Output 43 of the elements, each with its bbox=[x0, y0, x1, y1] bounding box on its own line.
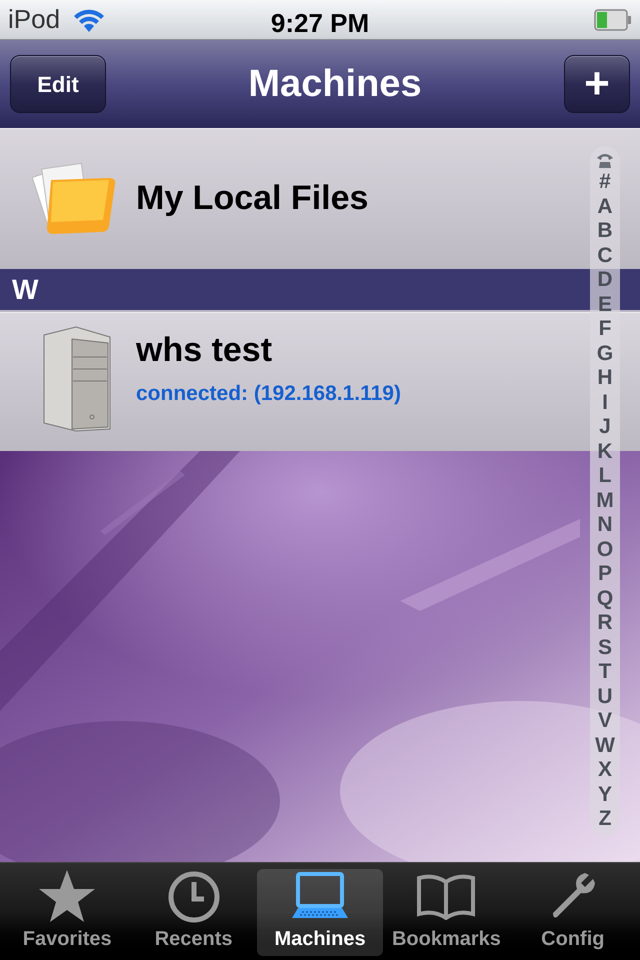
tab[interactable]: Config bbox=[510, 869, 636, 956]
carrier-label: iPod bbox=[8, 3, 60, 36]
index-letter[interactable]: B bbox=[597, 219, 613, 244]
screen-title: Machines bbox=[248, 62, 422, 106]
index-letter[interactable]: N bbox=[597, 513, 613, 538]
tab[interactable]: Recents bbox=[130, 869, 257, 956]
index-letter[interactable]: W bbox=[595, 734, 615, 758]
index-letter[interactable]: # bbox=[599, 170, 611, 194]
edit-button[interactable]: Edit bbox=[10, 55, 106, 113]
row-title: whs test bbox=[136, 330, 274, 371]
index-letter[interactable]: P bbox=[598, 562, 612, 586]
index-letter[interactable]: O bbox=[596, 538, 614, 562]
tab[interactable]: Bookmarks bbox=[383, 869, 510, 956]
index-letter[interactable]: D bbox=[597, 268, 613, 292]
index-letter[interactable]: C bbox=[597, 244, 613, 268]
index-letter[interactable]: L bbox=[598, 464, 612, 488]
tab[interactable]: Machines bbox=[256, 869, 384, 956]
tab[interactable]: Favorites bbox=[4, 869, 130, 956]
battery-icon bbox=[594, 8, 632, 30]
index-letter[interactable]: Z bbox=[598, 807, 612, 832]
index-letter[interactable]: G bbox=[596, 342, 614, 366]
index-letter[interactable]: R bbox=[597, 611, 613, 636]
clock-time: 9:27 PM bbox=[270, 7, 370, 40]
index-letter[interactable]: A bbox=[597, 194, 613, 219]
index-letter[interactable]: Y bbox=[598, 782, 612, 807]
index-letter[interactable]: J bbox=[599, 415, 611, 440]
index-letter[interactable]: U bbox=[597, 684, 613, 709]
row-title: My Local Files bbox=[136, 178, 368, 218]
index-letter[interactable]: Q bbox=[596, 586, 614, 611]
star-icon bbox=[37, 868, 98, 924]
index-letter[interactable]: F bbox=[598, 317, 612, 342]
index-letter[interactable]: S bbox=[598, 636, 612, 660]
wifi-icon bbox=[72, 6, 106, 32]
clock-icon bbox=[166, 870, 221, 924]
book-icon bbox=[416, 874, 476, 920]
index-letter[interactable]: T bbox=[598, 660, 612, 684]
index-letter[interactable]: I bbox=[602, 390, 608, 415]
add-button[interactable]: + bbox=[564, 55, 630, 113]
index-letter[interactable]: H bbox=[597, 366, 613, 390]
index-letter[interactable]: X bbox=[598, 758, 612, 782]
index-letter[interactable]: M bbox=[596, 488, 614, 513]
index-letter[interactable]: V bbox=[598, 709, 612, 734]
connection-status: connected: (192.168.1.119) bbox=[136, 381, 401, 407]
